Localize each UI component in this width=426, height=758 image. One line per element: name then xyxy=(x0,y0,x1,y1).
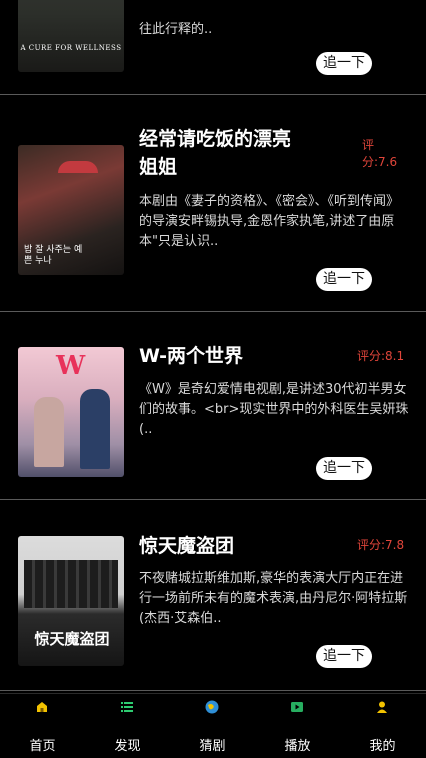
play-icon xyxy=(291,702,303,712)
drama-card[interactable]: 惊天魔盗团 惊天魔盗团 评分:7.8 不夜赌城拉斯维加斯,豪华的表演大厅内正在进… xyxy=(0,500,426,690)
tab-discover[interactable]: 发现 xyxy=(85,694,170,758)
follow-button[interactable]: 追一下 xyxy=(316,645,372,668)
follow-button[interactable]: 追一下 xyxy=(316,268,372,291)
bottom-tab-bar: 首页 发现 猜剧 播放 我的 xyxy=(0,693,426,758)
tab-label: 播放 xyxy=(284,739,311,754)
drama-title[interactable]: 惊天魔盗团 xyxy=(139,532,339,560)
drama-description: 不夜赌城拉斯维加斯,豪华的表演大厅内正在进行一场前所未有的魔术表演,由丹尼尔·阿… xyxy=(139,571,408,626)
tab-guess[interactable]: 猜剧 xyxy=(170,694,255,758)
list-icon xyxy=(121,702,133,712)
drama-rating: 评分:7.8 xyxy=(357,538,405,552)
globe-icon xyxy=(205,700,219,714)
poster-image[interactable]: W xyxy=(18,347,124,477)
poster-image[interactable]: A CURE FOR WELLNESS xyxy=(18,0,124,72)
drama-feed[interactable]: A CURE FOR WELLNESS 往此行释的.. 追一下 밥 잘 사주는 … xyxy=(0,0,426,693)
drama-description: 往此行释的.. xyxy=(139,22,213,37)
drama-rating: 评分:7.6 xyxy=(362,138,398,169)
drama-rating: 评分:8.1 xyxy=(357,349,405,363)
poster-image[interactable]: 惊天魔盗团 xyxy=(18,536,124,666)
poster-caption: W xyxy=(56,351,86,381)
poster-caption: 惊天魔盗团 xyxy=(34,630,110,648)
drama-title[interactable]: W-两个世界 xyxy=(139,342,339,370)
tab-mine[interactable]: 我的 xyxy=(340,694,425,758)
drama-card[interactable]: A CURE FOR WELLNESS 往此行释的.. 追一下 xyxy=(0,0,426,94)
follow-button[interactable]: 追一下 xyxy=(316,457,372,480)
tab-label: 我的 xyxy=(369,739,396,754)
follow-button[interactable]: 追一下 xyxy=(316,52,372,75)
poster-caption: 밥 잘 사주는 예쁜 누나 xyxy=(24,245,83,266)
tab-label: 首页 xyxy=(29,739,56,754)
home-icon xyxy=(37,702,47,712)
poster-caption: A CURE FOR WELLNESS xyxy=(20,44,122,52)
drama-card[interactable]: W W-两个世界 评分:8.1 《W》是奇幻爱情电视剧,是讲述30代初半男女们的… xyxy=(0,312,426,499)
tab-label: 猜剧 xyxy=(199,739,226,754)
divider xyxy=(0,690,426,691)
tab-label: 发现 xyxy=(114,739,141,754)
drama-title[interactable]: 经常请吃饭的漂亮姐姐 xyxy=(139,125,309,181)
user-icon xyxy=(377,701,387,713)
tab-home[interactable]: 首页 xyxy=(0,694,85,758)
tab-play[interactable]: 播放 xyxy=(255,694,340,758)
poster-image[interactable]: 밥 잘 사주는 예쁜 누나 xyxy=(18,145,124,275)
drama-description: 本剧由《妻子的资格》、《密会》、《听到传闻》的导演安畔锡执导,金恩作家执笔,讲述… xyxy=(139,194,400,249)
drama-card[interactable]: 밥 잘 사주는 예쁜 누나 经常请吃饭的漂亮姐姐 评分:7.6 本剧由《妻子的资… xyxy=(0,95,426,311)
drama-description: 《W》是奇幻爱情电视剧,是讲述30代初半男女们的故事。<br>现实世界中的外科医… xyxy=(139,382,409,437)
